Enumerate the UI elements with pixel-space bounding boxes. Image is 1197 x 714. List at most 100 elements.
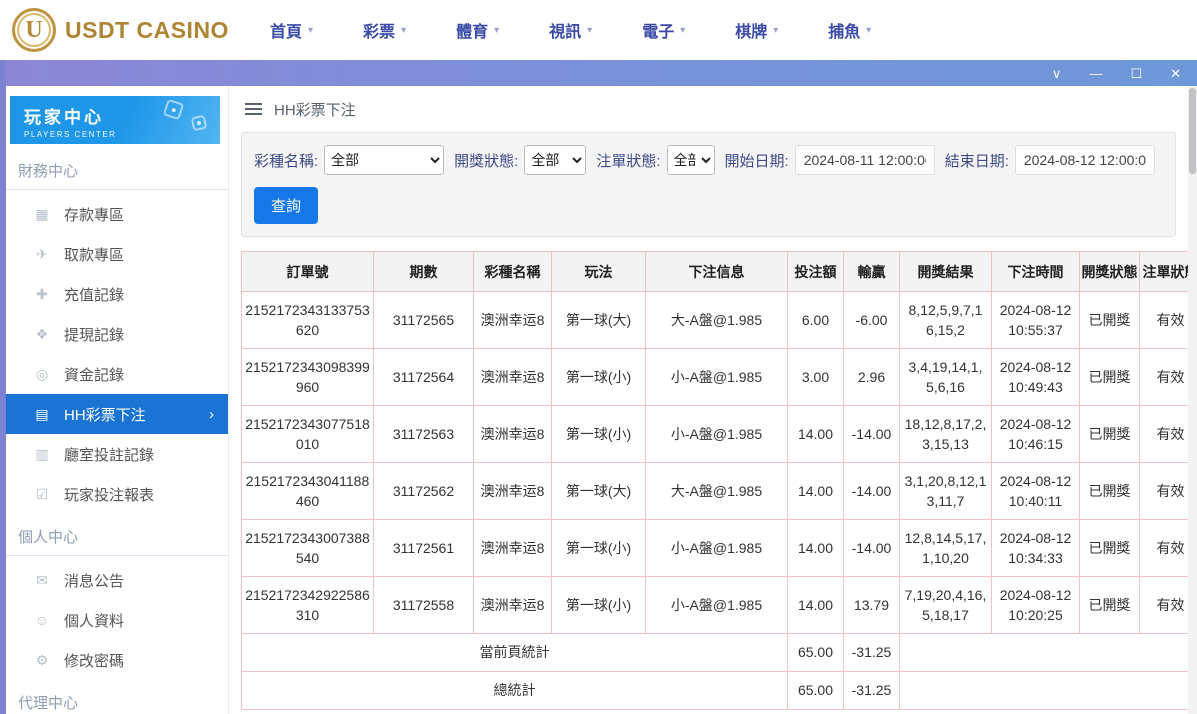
table-row: 215217234300738854031172561澳洲幸运8第一球(小)小-… bbox=[242, 520, 1189, 577]
table-cell: 澳洲幸运8 bbox=[474, 463, 552, 520]
nav-item-lottery[interactable]: 彩票▾ bbox=[363, 18, 406, 42]
table-cell: 已開獎 bbox=[1080, 520, 1140, 577]
table-cell: 3,4,19,14,1,5,6,16 bbox=[900, 349, 992, 406]
search-button[interactable]: 查詢 bbox=[254, 187, 318, 224]
nav-item-live[interactable]: 視訊▾ bbox=[549, 18, 592, 42]
bet-status-select[interactable]: 全部 bbox=[667, 145, 715, 175]
table-cell: 2152172343007388540 bbox=[242, 520, 374, 577]
table-cell: 3.00 bbox=[788, 349, 844, 406]
deposit-icon: ▦ bbox=[34, 206, 50, 223]
nav-item-fishing[interactable]: 捕魚▾ bbox=[828, 18, 871, 42]
nav-item-cards[interactable]: 棋牌▾ bbox=[735, 18, 778, 42]
sidebar-item-withdraw-records[interactable]: ❖提現記錄 bbox=[6, 314, 228, 354]
table-header-row: 訂單號期數彩種名稱玩法下注信息投注額輸贏開獎結果下注時間開獎狀態注單狀態 bbox=[242, 252, 1189, 292]
table-cell: 14.00 bbox=[788, 577, 844, 634]
table-cell: -6.00 bbox=[844, 292, 900, 349]
app-window: ∨ — ☐ ✕ 玩家中心 PLAYERS CENTER 財務中心▦存款專區✈取款… bbox=[0, 60, 1197, 714]
column-header: 輸贏 bbox=[844, 252, 900, 292]
table-cell: 2.96 bbox=[844, 349, 900, 406]
lottery-name-label: 彩種名稱: bbox=[254, 150, 318, 171]
change-password-icon: ⚙ bbox=[34, 652, 50, 669]
summary-win-loss: -31.25 bbox=[844, 672, 900, 710]
section-label-finance-center: 財務中心 bbox=[6, 148, 228, 190]
table-cell: 2152172342922586310 bbox=[242, 577, 374, 634]
players-center-title: 玩家中心 bbox=[24, 103, 220, 128]
end-date-input[interactable] bbox=[1015, 145, 1155, 175]
scrollbar-thumb[interactable] bbox=[1189, 88, 1196, 174]
menu-toggle-icon[interactable] bbox=[245, 100, 262, 118]
column-header: 彩種名稱 bbox=[474, 252, 552, 292]
sidebar-item-funds-records[interactable]: ◎資金記錄 bbox=[6, 354, 228, 394]
table-cell: 31172565 bbox=[374, 292, 474, 349]
summary-win-loss: -31.25 bbox=[844, 634, 900, 672]
players-center-header[interactable]: 玩家中心 PLAYERS CENTER bbox=[10, 96, 220, 144]
table-cell: 8,12,5,9,7,16,15,2 bbox=[900, 292, 992, 349]
sidebar-item-label: 提現記錄 bbox=[64, 324, 124, 345]
table-cell: 澳洲幸运8 bbox=[474, 577, 552, 634]
close-icon[interactable]: ✕ bbox=[1170, 67, 1181, 80]
nav-item-sports[interactable]: 體育▾ bbox=[456, 18, 499, 42]
sidebar-item-topup-records[interactable]: ✚充值記錄 bbox=[6, 274, 228, 314]
table-cell: 31172564 bbox=[374, 349, 474, 406]
sidebar-item-announcements[interactable]: ✉消息公告 bbox=[6, 560, 228, 600]
table-cell: -14.00 bbox=[844, 463, 900, 520]
table-row: 215217234292258631031172558澳洲幸运8第一球(小)小-… bbox=[242, 577, 1189, 634]
section-label-agent-center: 代理中心 bbox=[6, 680, 228, 714]
table-cell: 澳洲幸运8 bbox=[474, 520, 552, 577]
sidebar-item-room-bet-records[interactable]: ▥廳室投註記錄 bbox=[6, 434, 228, 474]
nav-item-label: 捕魚 bbox=[828, 18, 860, 42]
table-cell: 第一球(大) bbox=[552, 292, 646, 349]
table-cell: 澳洲幸运8 bbox=[474, 292, 552, 349]
sidebar-item-deposit-zone[interactable]: ▦存款專區 bbox=[6, 194, 228, 234]
filter-row: 彩種名稱: 全部 開獎狀態: 全部 注單狀態: 全部 開始日期: 結束日期: bbox=[254, 145, 1163, 175]
minimize-icon[interactable]: — bbox=[1089, 67, 1102, 80]
table-cell: 第一球(小) bbox=[552, 520, 646, 577]
table-cell: 第一球(大) bbox=[552, 463, 646, 520]
nav-item-home[interactable]: 首頁▾ bbox=[270, 18, 313, 42]
table-cell: 7,19,20,4,16,5,18,17 bbox=[900, 577, 992, 634]
column-header: 投注額 bbox=[788, 252, 844, 292]
column-header: 下注時間 bbox=[992, 252, 1080, 292]
sidebar-item-change-password[interactable]: ⚙修改密碼 bbox=[6, 640, 228, 680]
table-cell: 小-A盤@1.985 bbox=[646, 406, 788, 463]
brand-logo[interactable]: U USDT CASINO bbox=[12, 8, 240, 52]
lottery-name-select[interactable]: 全部 bbox=[324, 145, 444, 175]
table-cell: 已開獎 bbox=[1080, 349, 1140, 406]
collapse-icon[interactable]: ∨ bbox=[1052, 67, 1062, 80]
column-header: 下注信息 bbox=[646, 252, 788, 292]
table-cell: 有效 bbox=[1140, 520, 1189, 577]
table-cell: 2024-08-12 10:49:43 bbox=[992, 349, 1080, 406]
nav-item-label: 彩票 bbox=[363, 18, 395, 42]
table-cell: 有效 bbox=[1140, 406, 1189, 463]
table-cell: 小-A盤@1.985 bbox=[646, 349, 788, 406]
table-cell: 31172563 bbox=[374, 406, 474, 463]
sidebar-item-label: 消息公告 bbox=[64, 570, 124, 591]
window-body: 玩家中心 PLAYERS CENTER 財務中心▦存款專區✈取款專區✚充值記錄❖… bbox=[6, 86, 1197, 714]
sidebar-item-withdraw-zone[interactable]: ✈取款專區 bbox=[6, 234, 228, 274]
table-cell: 已開獎 bbox=[1080, 463, 1140, 520]
nav-item-slots[interactable]: 電子▾ bbox=[642, 18, 685, 42]
table-cell: 13.79 bbox=[844, 577, 900, 634]
draw-status-label: 開獎狀態: bbox=[454, 150, 518, 171]
table-cell: 大-A盤@1.985 bbox=[646, 292, 788, 349]
vertical-scrollbar[interactable] bbox=[1188, 86, 1197, 714]
maximize-icon[interactable]: ☐ bbox=[1130, 67, 1142, 80]
sidebar-item-hh-lottery-bet[interactable]: ▤HH彩票下注› bbox=[6, 394, 228, 434]
table-cell: 第一球(小) bbox=[552, 406, 646, 463]
sidebar-item-player-bet-report[interactable]: ☑玩家投注報表 bbox=[6, 474, 228, 514]
table-cell: 2024-08-12 10:40:11 bbox=[992, 463, 1080, 520]
chevron-down-icon: ▾ bbox=[680, 25, 685, 36]
table-cell: 已開獎 bbox=[1080, 292, 1140, 349]
summary-row: 當前頁統計65.00-31.25 bbox=[242, 634, 1189, 672]
table-cell: 有效 bbox=[1140, 577, 1189, 634]
table-cell: 大-A盤@1.985 bbox=[646, 463, 788, 520]
main-menu: 首頁▾彩票▾體育▾視訊▾電子▾棋牌▾捕魚▾ bbox=[270, 18, 871, 42]
start-date-input[interactable] bbox=[795, 145, 935, 175]
draw-status-select[interactable]: 全部 bbox=[524, 145, 586, 175]
profile-icon: ☺ bbox=[34, 612, 50, 628]
table-cell: 小-A盤@1.985 bbox=[646, 520, 788, 577]
sidebar-item-profile[interactable]: ☺個人資料 bbox=[6, 600, 228, 640]
table-cell: 第一球(小) bbox=[552, 349, 646, 406]
table-cell: 2024-08-12 10:46:15 bbox=[992, 406, 1080, 463]
table-cell: 6.00 bbox=[788, 292, 844, 349]
